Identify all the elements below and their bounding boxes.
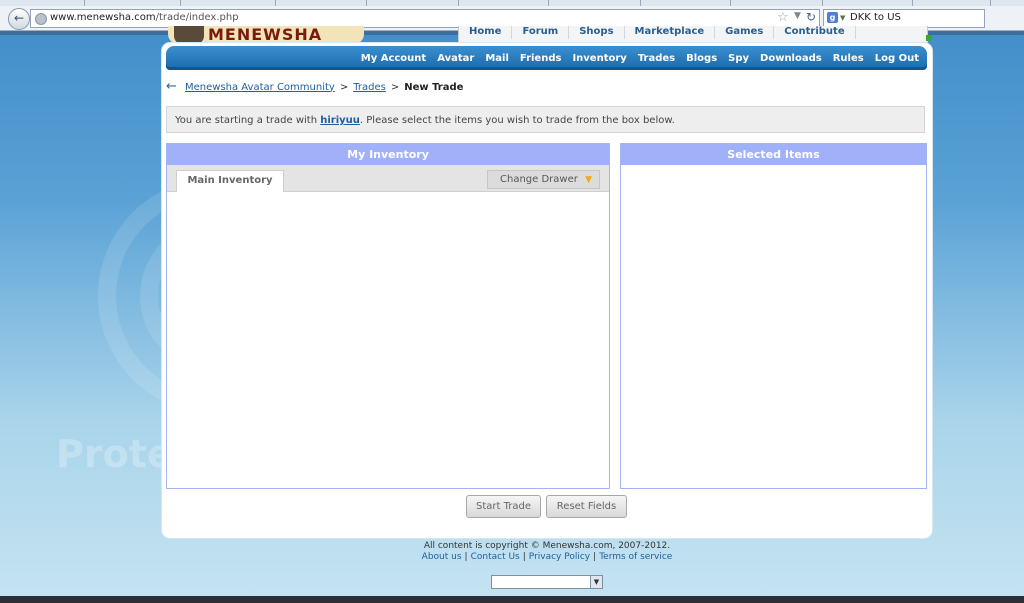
- footer-link-about[interactable]: About us: [422, 552, 462, 562]
- search-text: DKK to US: [850, 12, 901, 23]
- user-menu-bar: My Account Avatar Mail Friends Inventory…: [166, 46, 927, 70]
- topnav-home[interactable]: Home: [459, 26, 513, 39]
- globe-icon: [35, 13, 47, 25]
- footer-link-contact[interactable]: Contact Us: [471, 552, 520, 562]
- back-button[interactable]: ←: [8, 8, 30, 30]
- menu-friends[interactable]: Friends: [520, 53, 562, 64]
- site-logo[interactable]: MENEWSHA: [168, 26, 364, 44]
- menu-rules[interactable]: Rules: [833, 53, 864, 64]
- start-trade-button[interactable]: Start Trade: [466, 495, 541, 518]
- selected-items-title: Selected Items: [621, 144, 926, 165]
- topnav-marketplace[interactable]: Marketplace: [625, 26, 716, 39]
- menu-blogs[interactable]: Blogs: [686, 53, 717, 64]
- menu-inventory[interactable]: Inventory: [572, 53, 626, 64]
- notice-suffix: . Please select the items you wish to tr…: [359, 115, 675, 126]
- language-select[interactable]: ▼: [491, 575, 603, 589]
- breadcrumb: ← Menewsha Avatar Community > Trades > N…: [166, 80, 463, 94]
- breadcrumb-home-link[interactable]: Menewsha Avatar Community: [185, 82, 335, 93]
- top-navigation: Home Forum Shops Marketplace Games Contribute: [458, 26, 928, 43]
- url-host: www.menewsha.com: [50, 12, 156, 23]
- back-arrow-icon: ←: [13, 11, 25, 25]
- trade-notice: You are starting a trade with hiriyuu. P…: [166, 106, 925, 133]
- inventory-item-area[interactable]: [167, 192, 609, 489]
- breadcrumb-trades-link[interactable]: Trades: [353, 82, 386, 93]
- search-engine-dropdown-icon[interactable]: ▼: [840, 14, 845, 22]
- topnav-contribute[interactable]: Contribute: [774, 26, 856, 39]
- breadcrumb-separator: >: [390, 81, 400, 93]
- topnav-shops[interactable]: Shops: [569, 26, 625, 39]
- menu-spy[interactable]: Spy: [728, 53, 749, 64]
- selected-items-panel: Selected Items: [620, 143, 927, 489]
- reload-icon[interactable]: ↻: [806, 10, 816, 24]
- inventory-panel-title: My Inventory: [167, 144, 609, 165]
- background-watermark-text: Prote: [56, 432, 173, 476]
- back-arrow-icon[interactable]: ←: [166, 80, 182, 93]
- menu-trades[interactable]: Trades: [638, 53, 675, 64]
- history-dropdown-icon[interactable]: ▼: [794, 11, 801, 21]
- topnav-games[interactable]: Games: [715, 26, 775, 39]
- menu-log-out[interactable]: Log Out: [875, 53, 919, 64]
- footer-link-privacy[interactable]: Privacy Policy: [529, 552, 590, 562]
- menu-my-account[interactable]: My Account: [361, 53, 426, 64]
- topnav-forum[interactable]: Forum: [512, 26, 570, 39]
- address-text: www.menewsha.com/trade/index.php: [50, 12, 239, 23]
- change-drawer-button[interactable]: Change Drawer ▼: [487, 170, 600, 189]
- logo-text: MENEWSHA: [208, 26, 323, 44]
- logo-character-icon: [174, 26, 204, 44]
- page-footer: All content is copyright © Menewsha.com,…: [162, 541, 932, 563]
- inventory-panel: My Inventory Main Inventory Change Drawe…: [166, 143, 610, 489]
- trade-partner-link[interactable]: hiriyuu: [320, 115, 360, 126]
- bookmark-star-icon[interactable]: ☆: [777, 10, 789, 25]
- change-drawer-label: Change Drawer: [500, 174, 578, 185]
- selected-items-area[interactable]: [621, 165, 926, 488]
- main-content-card: My Account Avatar Mail Friends Inventory…: [162, 43, 932, 538]
- inventory-tab-row: Main Inventory Change Drawer ▼: [167, 165, 609, 192]
- taskbar: [0, 596, 1024, 603]
- menu-avatar[interactable]: Avatar: [437, 53, 474, 64]
- url-path: /trade/index.php: [155, 12, 239, 23]
- chevron-down-icon: ▼: [585, 175, 592, 185]
- status-dot: [926, 35, 932, 41]
- footer-links: About us | Contact Us | Privacy Policy | Terms…: [421, 552, 673, 562]
- reset-fields-button[interactable]: Reset Fields: [546, 495, 627, 518]
- copyright-text: All content is copyright © Menewsha.com,…: [423, 541, 671, 551]
- tab-main-inventory[interactable]: Main Inventory: [176, 170, 284, 192]
- menu-mail[interactable]: Mail: [485, 53, 509, 64]
- google-icon[interactable]: g: [827, 12, 838, 23]
- breadcrumb-separator: >: [339, 81, 349, 93]
- notice-prefix: You are starting a trade with: [175, 115, 321, 126]
- footer-link-terms[interactable]: Terms of service: [599, 552, 672, 562]
- menu-downloads[interactable]: Downloads: [760, 53, 822, 64]
- breadcrumb-current: New Trade: [404, 81, 464, 93]
- chevron-down-icon[interactable]: ▼: [590, 576, 602, 588]
